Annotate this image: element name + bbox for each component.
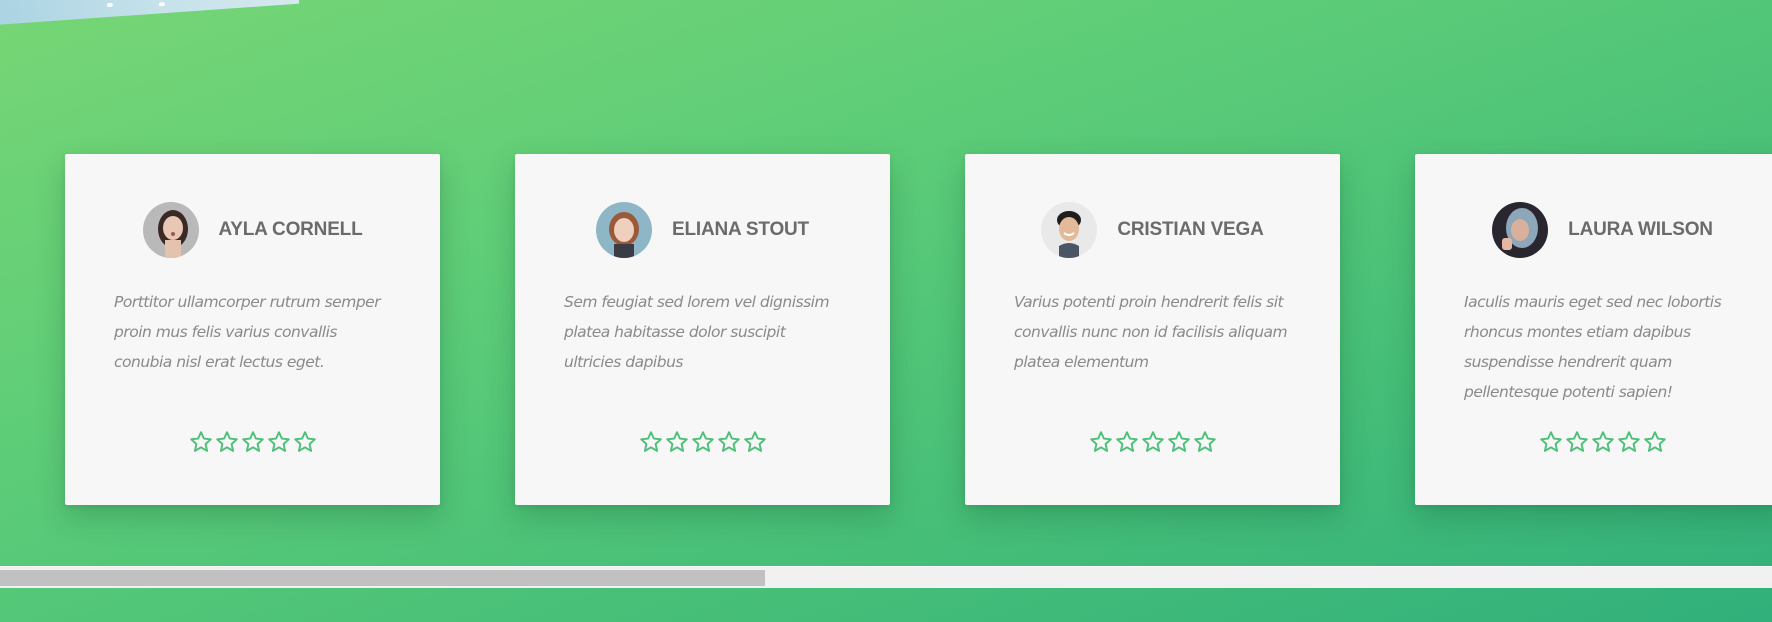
testimonial-quote: Varius potenti proin hendrerit felis sit… [1014, 293, 1288, 371]
star-outline-icon [1617, 430, 1641, 454]
star-outline-icon [665, 430, 689, 454]
star-outline-icon [1115, 430, 1139, 454]
star-outline-icon [215, 430, 239, 454]
avatar [1492, 202, 1549, 258]
star-outline-icon [1591, 430, 1615, 454]
hero-image-edge [0, 0, 300, 26]
star-outline-icon [717, 430, 741, 454]
rating-stars [1415, 430, 1772, 454]
reviewer-name: AYLA CORNELL [218, 219, 363, 240]
reviewer-name: ELIANA STOUT [672, 219, 809, 240]
testimonial-card: ELIANA STOUT Sem feugiat sed lorem vel d… [515, 154, 890, 505]
star-outline-icon [1193, 430, 1217, 454]
testimonial-card: LAURA WILSON Iaculis mauris eget sed nec… [1415, 154, 1772, 505]
testimonial-header: AYLA CORNELL [65, 202, 440, 258]
rating-stars [515, 430, 890, 454]
star-outline-icon [691, 430, 715, 454]
scrollbar-thumb[interactable] [0, 570, 765, 586]
star-outline-icon [1089, 430, 1113, 454]
testimonial-quote: Sem feugiat sed lorem vel dignissim plat… [564, 293, 830, 371]
star-outline-icon [1167, 430, 1191, 454]
testimonial-header: CRISTIAN VEGA [965, 202, 1340, 258]
reviewer-name: CRISTIAN VEGA [1117, 219, 1264, 240]
rating-stars [965, 430, 1340, 454]
avatar [596, 202, 653, 258]
star-outline-icon [189, 430, 213, 454]
testimonial-card: CRISTIAN VEGA Varius potenti proin hendr… [965, 154, 1340, 505]
star-outline-icon [267, 430, 291, 454]
horizontal-scrollbar[interactable] [0, 566, 1772, 588]
star-outline-icon [639, 430, 663, 454]
star-outline-icon [1141, 430, 1165, 454]
avatar [142, 202, 199, 258]
testimonial-header: ELIANA STOUT [515, 202, 890, 258]
testimonial-header: LAURA WILSON [1415, 202, 1772, 258]
star-outline-icon [743, 430, 767, 454]
star-outline-icon [1539, 430, 1563, 454]
testimonials-section: AYLA CORNELL Porttitor ullamcorper rutru… [0, 0, 1772, 622]
star-outline-icon [1643, 430, 1667, 454]
testimonial-card: AYLA CORNELL Porttitor ullamcorper rutru… [65, 154, 440, 505]
reviewer-name: LAURA WILSON [1568, 219, 1713, 240]
star-outline-icon [1565, 430, 1589, 454]
rating-stars [65, 430, 440, 454]
avatar [1041, 202, 1098, 258]
testimonial-quote: Porttitor ullamcorper rutrum semper proi… [114, 293, 381, 371]
testimonial-quote: Iaculis mauris eget sed nec lobortis rho… [1464, 293, 1722, 401]
star-outline-icon [241, 430, 265, 454]
star-outline-icon [293, 430, 317, 454]
